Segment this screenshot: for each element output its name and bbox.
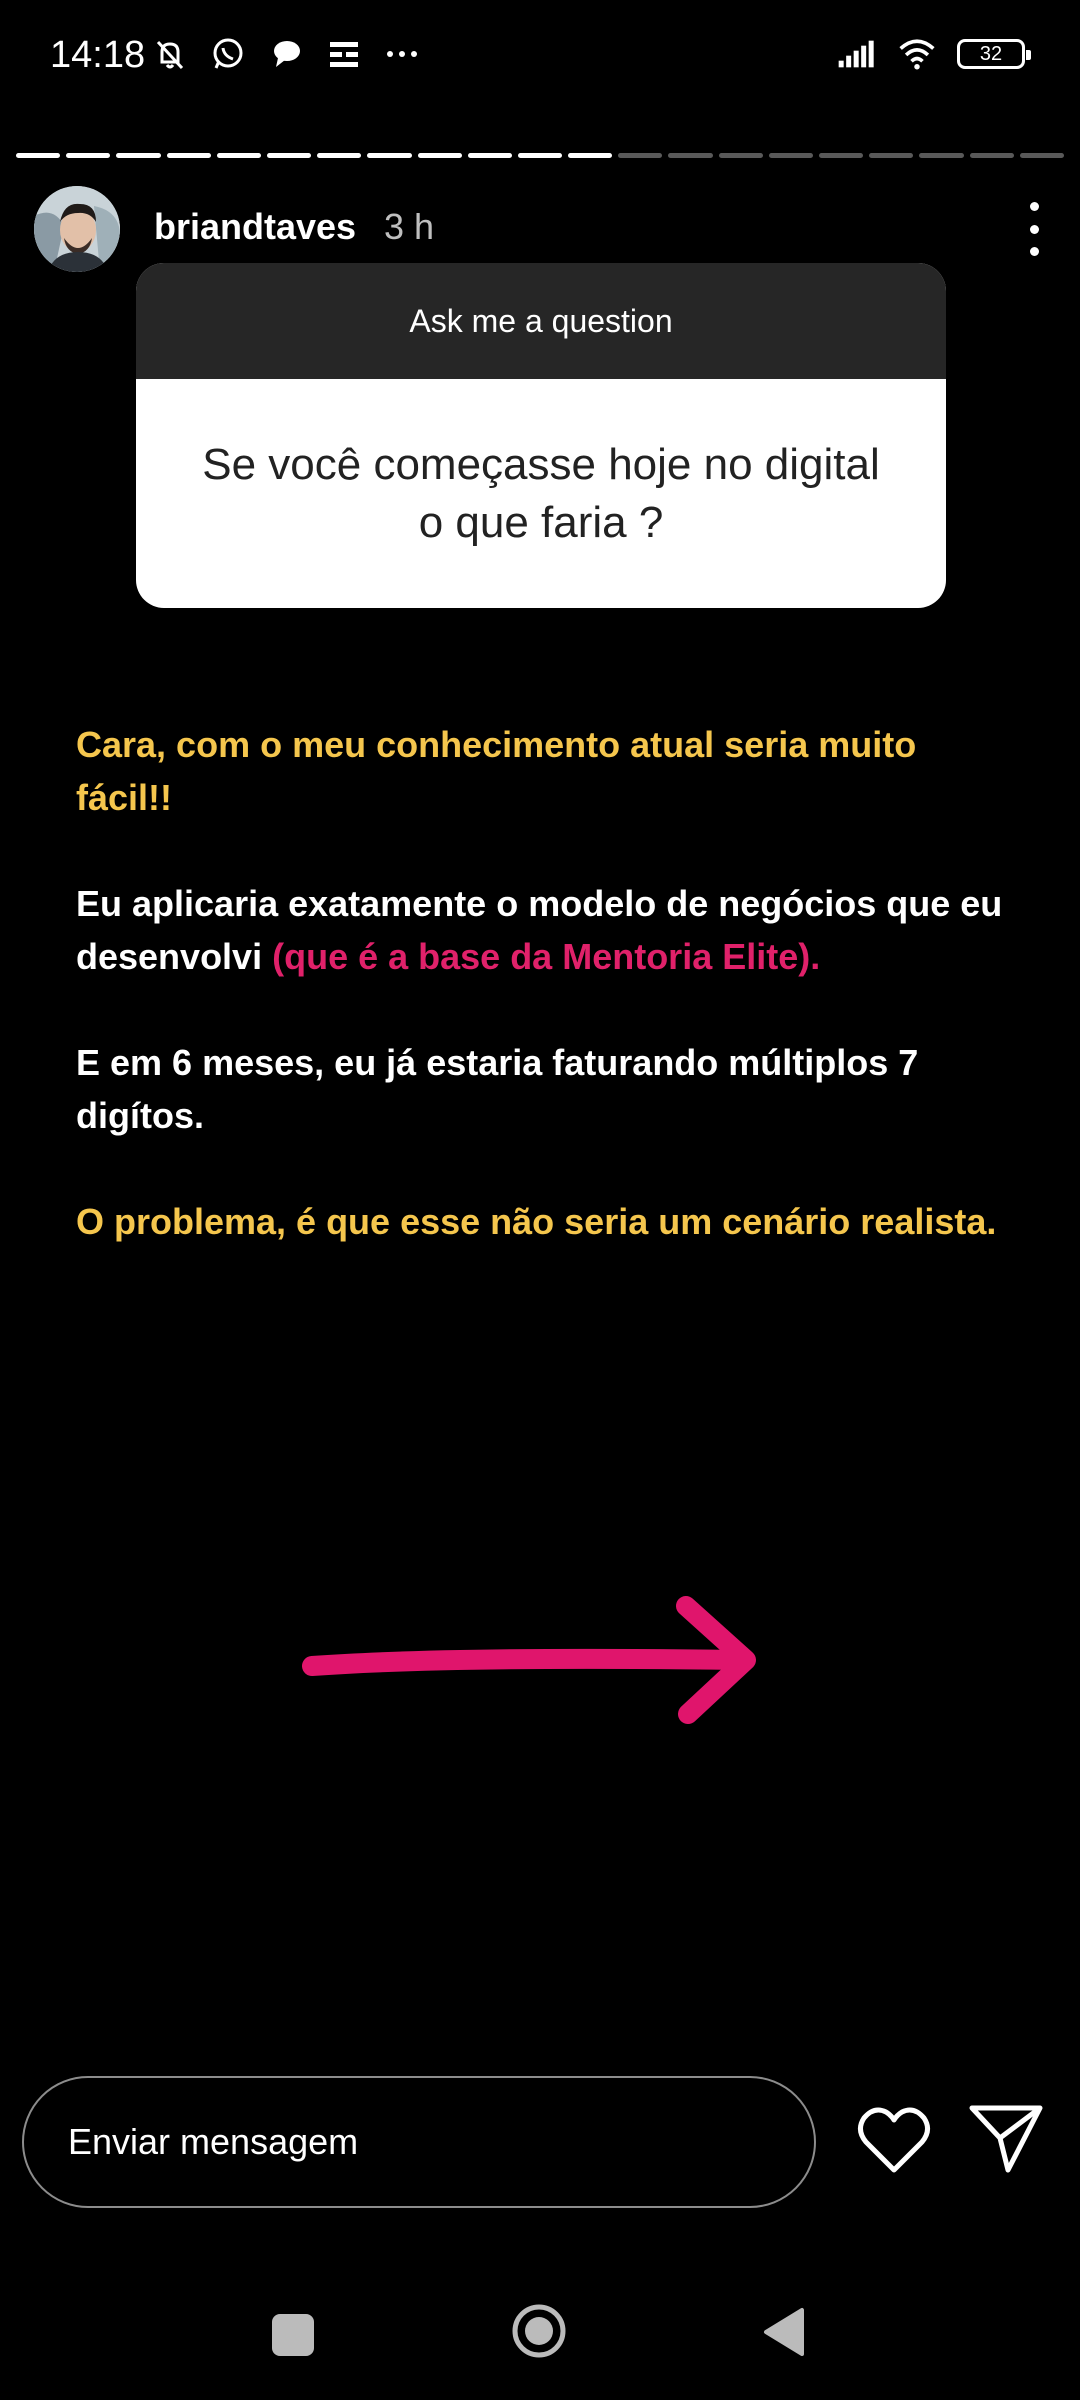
signal-icon bbox=[837, 34, 877, 74]
back-button[interactable] bbox=[760, 2306, 810, 2358]
story-progress-segment bbox=[66, 153, 111, 158]
like-button[interactable] bbox=[856, 2106, 932, 2176]
battery-level: 32 bbox=[979, 42, 1003, 65]
story-progress-segment bbox=[1019, 153, 1064, 158]
story-progress-segment bbox=[266, 153, 312, 158]
status-icons-left bbox=[150, 34, 422, 74]
story-progress-segment bbox=[417, 153, 462, 158]
paragraph-2: Eu aplicaria exatamente o modelo de negó… bbox=[76, 877, 1016, 983]
battery-icon: 32 bbox=[957, 39, 1031, 69]
paragraph-1: Cara, com o meu conhecimento atual seria… bbox=[76, 718, 1016, 824]
story-progress-segment bbox=[819, 153, 864, 158]
story-progress-bar bbox=[16, 153, 1064, 158]
story-progress-segment bbox=[919, 153, 964, 158]
story-viewer: 14:18 32 briandtaves 3 h Ask me a questi… bbox=[0, 0, 1080, 2400]
story-progress-segment bbox=[969, 153, 1014, 158]
story-progress-segment bbox=[467, 153, 512, 158]
paragraph-4: O problema, é que esse não seria um cená… bbox=[76, 1195, 1016, 1248]
status-icons-right: 32 bbox=[837, 34, 1031, 74]
send-icon bbox=[969, 2105, 1043, 2173]
text-segment: E em 6 meses, eu já estaria faturando mú… bbox=[76, 1042, 919, 1136]
story-progress-segment bbox=[618, 153, 663, 158]
question-sticker[interactable]: Ask me a question Se você começasse hoje… bbox=[136, 263, 946, 608]
story-progress-segment bbox=[317, 153, 362, 158]
wifi-icon bbox=[897, 34, 937, 74]
story-progress-segment bbox=[869, 153, 914, 158]
back-triangle-icon bbox=[764, 2308, 804, 2356]
status-time: 14:18 bbox=[50, 34, 146, 76]
recents-button[interactable] bbox=[272, 2314, 314, 2356]
story-progress-segment bbox=[668, 153, 713, 158]
navigation-bar bbox=[0, 2280, 1080, 2380]
avatar[interactable] bbox=[34, 186, 120, 272]
whatsapp-icon bbox=[208, 34, 248, 74]
status-bar: 14:18 32 bbox=[0, 0, 1080, 120]
username[interactable]: briandtaves bbox=[154, 206, 356, 248]
question-text: Se você começasse hoje no digital o que … bbox=[202, 439, 880, 547]
story-header: briandtaves 3 h bbox=[34, 186, 1054, 272]
story-time: 3 h bbox=[384, 206, 435, 247]
more-options-button[interactable] bbox=[1014, 194, 1054, 264]
message-input[interactable]: Enviar mensagem bbox=[22, 2076, 816, 2208]
story-progress-segment bbox=[718, 153, 763, 158]
story-progress-segment bbox=[768, 153, 813, 158]
question-sticker-header: Ask me a question bbox=[136, 263, 946, 379]
message-input-placeholder: Enviar mensagem bbox=[68, 2121, 359, 2162]
text-segment-highlight: (que é a base da Mentoria Elite). bbox=[272, 936, 821, 977]
menu-icon bbox=[324, 34, 364, 74]
share-button[interactable] bbox=[966, 2100, 1046, 2176]
story-progress-segment bbox=[367, 153, 412, 158]
text-segment: O problema, é que esse não seria um cená… bbox=[76, 1201, 997, 1242]
story-progress-segment bbox=[517, 153, 563, 158]
home-circle-icon bbox=[512, 2304, 566, 2358]
paragraph-3: E em 6 meses, eu já estaria faturando mú… bbox=[76, 1036, 1016, 1142]
dot-icon bbox=[1029, 224, 1039, 234]
heart-icon bbox=[858, 2107, 930, 2173]
more-dots-icon bbox=[382, 34, 422, 74]
story-progress-segment bbox=[216, 153, 261, 158]
story-progress-segment bbox=[16, 153, 61, 158]
arrow-right-icon bbox=[300, 1590, 770, 1730]
home-button[interactable] bbox=[510, 2302, 568, 2360]
mute-icon bbox=[150, 34, 190, 74]
message-icon bbox=[266, 34, 306, 74]
story-progress-segment bbox=[116, 153, 161, 158]
text-segment: Cara, com o meu conhecimento atual seria… bbox=[76, 724, 917, 818]
story-progress-segment bbox=[166, 153, 211, 158]
story-progress-segment bbox=[568, 153, 613, 158]
story-text: Cara, com o meu conhecimento atual seria… bbox=[76, 718, 1016, 1301]
dot-icon bbox=[1029, 247, 1039, 256]
dot-icon bbox=[1029, 202, 1039, 211]
